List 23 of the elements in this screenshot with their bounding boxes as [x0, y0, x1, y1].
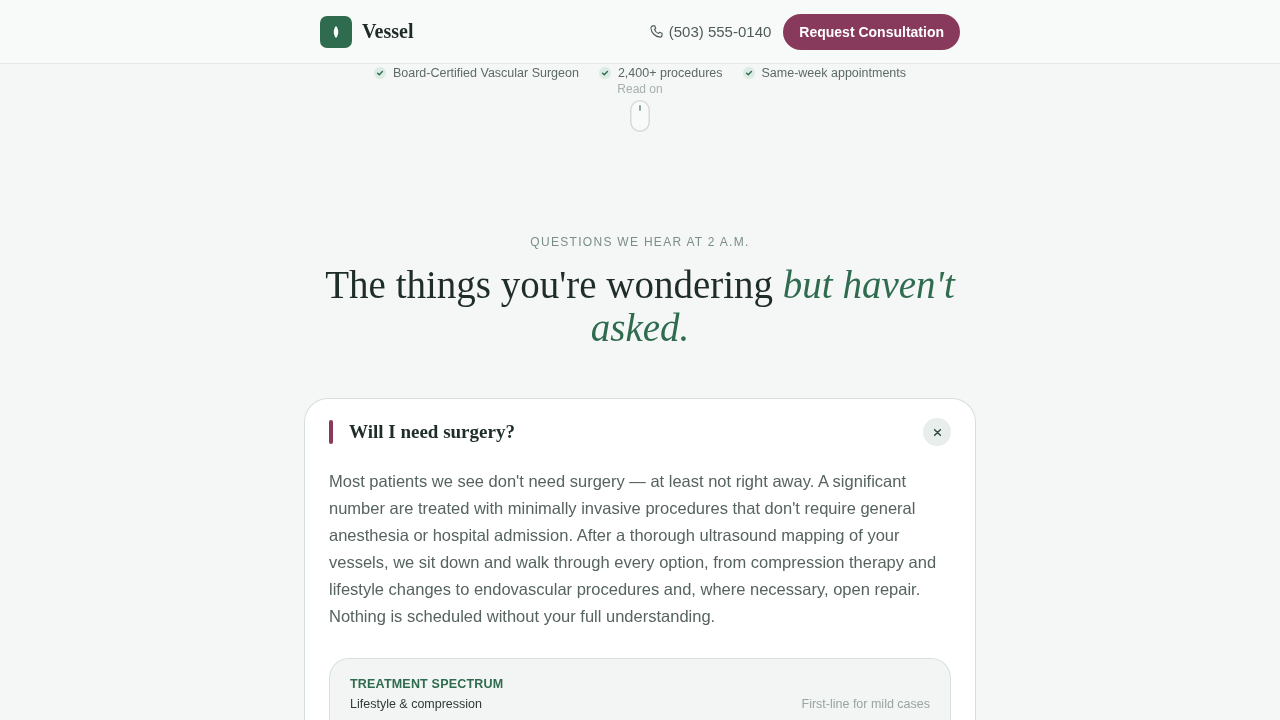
scroll-mouse-icon — [630, 100, 650, 132]
panel-title: TREATMENT SPECTRUM — [350, 677, 505, 691]
check-icon — [373, 67, 386, 79]
trust-item-text: Same-week appointments — [761, 66, 907, 80]
phone-link[interactable]: (503) 555-0140 — [649, 23, 772, 40]
phone-icon — [649, 25, 663, 38]
logo-icon — [320, 15, 352, 48]
treatment-note: First-line for mild cases — [801, 697, 930, 712]
trust-item-text: Board-Certified Vascular Surgeon — [392, 66, 579, 80]
check-icon — [598, 67, 611, 79]
close-icon — [932, 427, 942, 437]
check-icon — [742, 67, 755, 79]
request-consultation-button[interactable]: Request Consultation — [783, 13, 960, 50]
collapse-button[interactable] — [923, 418, 951, 446]
faq-answer: Most patients we see don't need surgery — at least not right away. A significant number are treated with minimally invasive procedures that don't require general anesthesia or hospital admission. After a thorough ultrasound mapping of your vessels, we sit down and walk through every option, from compression therapy and lifestyle changes to endovascular procedures and, where necessary, open repair. Nothing is scheduled without your full understanding. — [329, 471, 938, 627]
scroll-hint: Read on — [617, 82, 663, 96]
accent-bar — [329, 420, 333, 444]
trust-item-text: 2,400+ procedures — [617, 66, 723, 80]
brand-name: Vessel — [362, 20, 414, 43]
section-eyebrow: QUESTIONS WE HEAR AT 2 A.M. — [530, 235, 750, 249]
section-heading: The things you're wondering but haven't asked. — [324, 263, 957, 349]
faq-question[interactable]: Will I need surgery? — [349, 421, 515, 443]
treatment-name: Lifestyle & compression — [350, 697, 482, 712]
